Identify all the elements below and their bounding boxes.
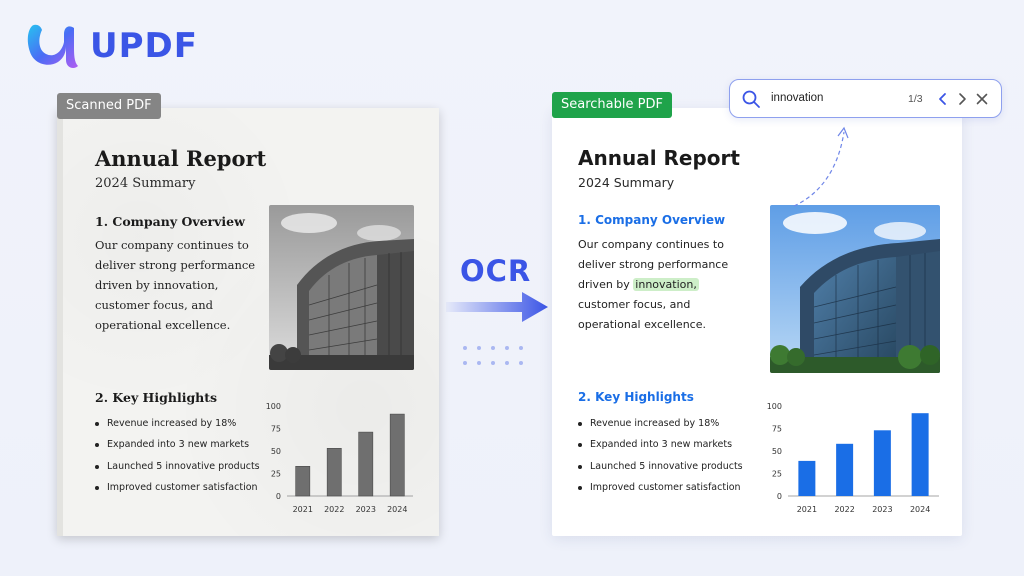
chevron-right-icon[interactable] xyxy=(954,91,970,107)
body-line-prefix: driven by xyxy=(578,278,634,291)
list-item: Launched 5 innovative products xyxy=(578,456,743,477)
arrow-right-icon xyxy=(446,292,548,322)
list-item: Expanded into 3 new markets xyxy=(578,434,743,455)
y-tick-label: 25 xyxy=(772,470,782,479)
page-subtitle: 2024 Summary xyxy=(95,176,196,191)
bar-chart-searchable: 0 25 50 75 100 2021 2022 2023 2024 xyxy=(767,402,939,514)
dots-decoration xyxy=(463,346,523,365)
body-line: operational excellence. xyxy=(578,318,706,331)
searchable-pdf-page: Annual Report 2024 Summary 1. Company Ov… xyxy=(552,108,962,536)
highlights-list: Revenue increased by 18% Expanded into 3… xyxy=(95,413,260,498)
building-photo-grayscale xyxy=(269,205,414,370)
dashed-arrow-icon xyxy=(793,126,849,207)
x-tick-label: 2023 xyxy=(356,505,376,514)
body-line: Our company continues to xyxy=(578,238,724,251)
list-item: Revenue increased by 18% xyxy=(578,413,743,434)
body-line: driven by innovation, xyxy=(95,278,219,292)
highlights-list: Revenue increased by 18% Expanded into 3… xyxy=(578,413,743,498)
body-line: Our company continues to xyxy=(95,238,249,252)
ocr-label: OCR xyxy=(460,254,532,288)
y-tick-label: 0 xyxy=(276,492,281,501)
x-tick-label: 2022 xyxy=(834,505,854,514)
bar-chart-scanned: 0 25 50 75 100 2021 2022 2023 2024 xyxy=(266,402,413,514)
search-highlight: innovation, xyxy=(633,278,699,291)
search-input[interactable]: innovation xyxy=(771,92,823,104)
body-line-highlighted: driven by innovation, xyxy=(578,275,748,295)
y-tick-label: 50 xyxy=(772,447,782,456)
list-item: Revenue increased by 18% xyxy=(95,413,260,434)
bar xyxy=(798,460,816,496)
list-item: Expanded into 3 new markets xyxy=(95,434,260,455)
body-line: deliver strong performance xyxy=(95,258,256,272)
updf-logo: UPDF xyxy=(24,20,198,72)
x-tick-label: 2021 xyxy=(797,505,817,514)
x-tick-label: 2024 xyxy=(387,505,407,514)
searchable-pdf-tag: Searchable PDF xyxy=(552,92,672,118)
body-line: customer focus, and xyxy=(578,298,691,311)
section-title-highlights: 2. Key Highlights xyxy=(578,390,694,404)
section-title-highlights: 2. Key Highlights xyxy=(95,390,218,405)
y-tick-label: 0 xyxy=(777,492,782,501)
bar xyxy=(295,466,311,497)
logo-text: UPDF xyxy=(90,26,198,66)
building-photo-color xyxy=(770,205,940,373)
x-tick-label: 2024 xyxy=(910,505,930,514)
body-line: operational excellence. xyxy=(95,318,231,332)
bar xyxy=(326,447,342,497)
list-item: Launched 5 innovative products xyxy=(95,456,260,477)
body-line: deliver strong performance xyxy=(578,258,729,271)
bar xyxy=(911,413,929,496)
y-tick-label: 75 xyxy=(271,425,281,434)
body-line: customer focus, and xyxy=(95,298,214,312)
chevron-left-icon[interactable] xyxy=(935,91,951,107)
y-tick-label: 25 xyxy=(271,470,281,479)
bar xyxy=(836,443,854,496)
list-item: Improved customer satisfaction xyxy=(95,477,260,498)
list-item: Improved customer satisfaction xyxy=(578,477,743,498)
updf-logo-icon xyxy=(27,24,78,68)
x-tick-label: 2021 xyxy=(293,505,313,514)
x-tick-label: 2023 xyxy=(872,505,892,514)
scanned-pdf-tag: Scanned PDF xyxy=(57,93,161,119)
bar xyxy=(389,413,405,497)
section-title-overview: 1. Company Overview xyxy=(578,213,726,227)
page-subtitle: 2024 Summary xyxy=(578,175,675,190)
search-bar[interactable]: innovation 1/3 xyxy=(729,79,1002,118)
y-tick-label: 75 xyxy=(772,425,782,434)
y-tick-label: 100 xyxy=(266,402,281,411)
bar xyxy=(358,431,374,497)
overview-body[interactable]: Our company continues to deliver strong … xyxy=(578,235,748,335)
y-tick-label: 100 xyxy=(767,402,782,411)
bar xyxy=(873,430,891,496)
search-icon[interactable] xyxy=(741,89,761,109)
close-icon[interactable] xyxy=(974,91,990,107)
overview-body: Our company continues to deliver strong … xyxy=(95,235,265,335)
page-title: Annual Report xyxy=(95,146,267,171)
scanned-pdf-page: Annual Report 2024 Summary 1. Company Ov… xyxy=(57,108,439,536)
section-title-overview: 1. Company Overview xyxy=(95,214,245,229)
page-title: Annual Report xyxy=(578,146,740,170)
y-tick-label: 50 xyxy=(271,447,281,456)
x-tick-label: 2022 xyxy=(324,505,344,514)
search-result-count: 1/3 xyxy=(908,93,923,105)
